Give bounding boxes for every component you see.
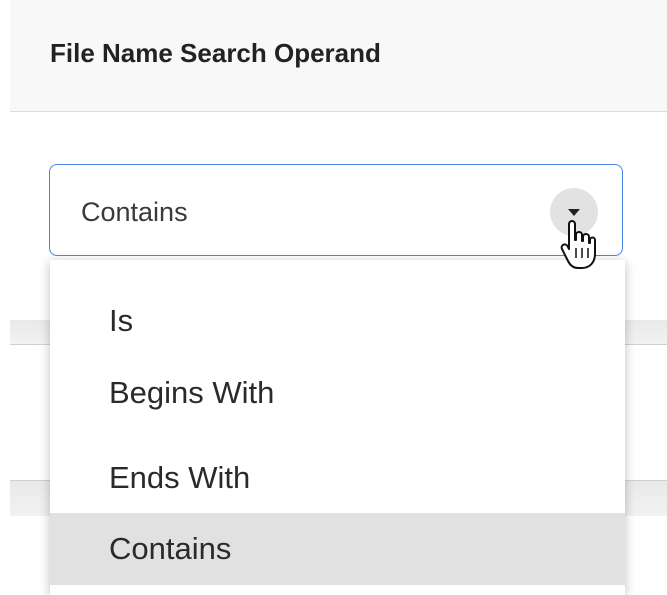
hand-pointer-icon: [560, 220, 596, 269]
option-contains[interactable]: Contains: [50, 513, 625, 585]
option-ends-with[interactable]: Ends With: [50, 442, 625, 514]
option-is[interactable]: Is: [50, 285, 625, 357]
panel-header: File Name Search Operand: [10, 0, 667, 112]
option-begins-with[interactable]: Begins With: [50, 357, 625, 429]
search-operand-select[interactable]: Contains: [49, 164, 623, 256]
selected-value: Contains: [81, 197, 188, 227]
caret-down-icon: [568, 209, 580, 216]
operand-dropdown-list: Is Begins With Ends With Contains: [50, 260, 625, 595]
panel-title: File Name Search Operand: [50, 38, 381, 68]
page: File Name Search Operand Contains Is Beg…: [0, 0, 667, 595]
